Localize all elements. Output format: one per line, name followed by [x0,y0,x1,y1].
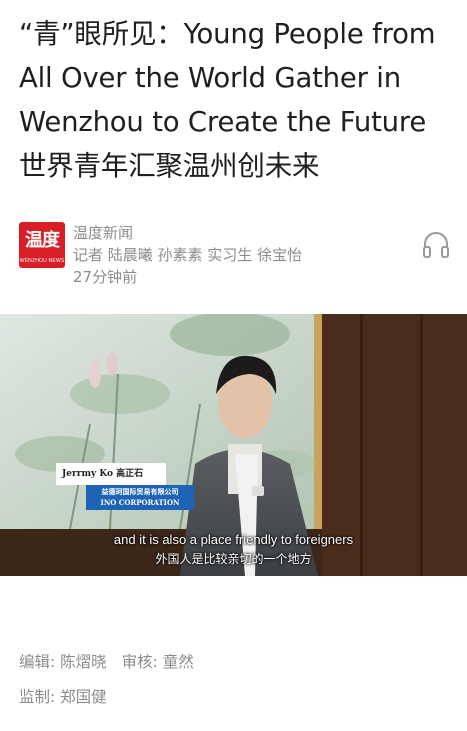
source-logo-subtext: WENZHOU NEWS [19,258,65,264]
subtitle-chinese: 外国人是比较亲切的一个地方 [155,552,312,566]
source-name[interactable]: 温度新闻 [73,222,133,243]
source-logo[interactable]: 温度 WENZHOU NEWS [19,222,65,268]
speaker-company: 益德珂国际贸易有限公司 INO CORPORATION [86,485,194,510]
supervisor-label: 监制: [19,688,56,706]
headphones-icon[interactable] [420,228,452,260]
supervisor-credits: 监制: 郑国健 [19,685,107,707]
article-title: “青”眼所见：Young People from All Over the Wo… [19,18,436,182]
reviewer-name: 童然 [162,653,194,671]
source-info: 温度 WENZHOU NEWS 温度新闻 记者 陆晨曦 孙素素 实习生 徐宝怡 … [19,222,459,292]
editor-label: 编辑: [19,653,56,671]
source-logo-text: 温度 [25,230,60,251]
reviewer-label: 审核: [121,653,158,671]
publish-time: 27分钟前 [73,268,138,286]
article-authors: 记者 陆晨曦 孙素素 实习生 徐宝怡 [73,246,303,264]
speaker-company-en: INO CORPORATION [100,498,180,507]
speaker-nameplate: Jerrmy Ko 高正石 益德珂国际贸易有限公司 INO CORPORATIO… [56,463,196,511]
speaker-company-zh: 益德珂国际贸易有限公司 [101,487,179,496]
supervisor-name: 郑国健 [60,688,107,706]
editor-name: 陈熠晓 [60,653,107,671]
video-player[interactable]: Jerrmy Ko 高正石 益德珂国际贸易有限公司 INO CORPORATIO… [0,314,467,576]
editor-credits: 编辑: 陈熠晓 审核: 童然 [19,650,194,672]
subtitle-english: and it is also a place friendly to forei… [113,532,354,547]
speaker-name: Jerrmy Ko 高正石 [56,463,166,485]
